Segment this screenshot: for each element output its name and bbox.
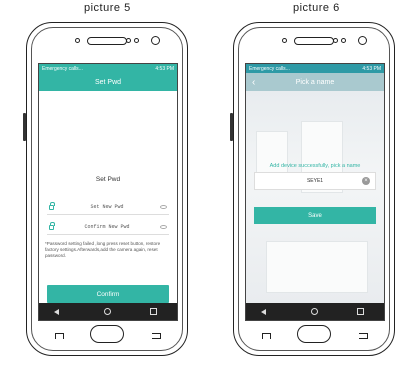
background-photo <box>246 91 384 303</box>
title-bar: Set Pwd <box>39 73 177 91</box>
nav-back-icon[interactable] <box>260 308 272 316</box>
nav-recent-icon[interactable] <box>150 308 158 315</box>
sensor-dot <box>134 38 139 43</box>
eye-icon[interactable] <box>160 205 167 209</box>
save-button[interactable]: Save <box>254 207 376 224</box>
nav-back-icon[interactable] <box>53 308 65 316</box>
nav-home-icon[interactable] <box>103 308 111 315</box>
device-name-input[interactable]: SEYE1 × <box>254 172 376 190</box>
phone-left: Emergency calls... 4:53 PM Set Pwd Set P… <box>23 22 188 356</box>
back-chevron-icon[interactable]: ‹ <box>252 77 255 88</box>
page-title: Pick a name <box>295 78 335 86</box>
hw-menu-icon <box>55 333 64 339</box>
nav-home-icon[interactable] <box>310 308 318 315</box>
form-title: Set Pwd <box>95 176 121 183</box>
page-title: Set Pwd <box>94 78 122 86</box>
status-bar: Emergency calls... 4:53 PM <box>246 64 384 73</box>
hw-back-icon <box>359 333 368 339</box>
lock-icon <box>49 221 55 230</box>
nav-recent-icon[interactable] <box>357 308 365 315</box>
confirm-password-placeholder: Confirm New Pwd <box>84 224 130 230</box>
screen: Emergency calls... 4:53 PM Set Pwd Set P… <box>38 63 178 321</box>
hw-home-button <box>297 325 331 343</box>
status-right: 4:53 PM <box>155 65 174 72</box>
sensor-dot <box>341 38 346 43</box>
earpiece <box>294 37 334 45</box>
sensor-dot <box>126 38 131 43</box>
side-button <box>230 113 233 141</box>
caption-picture-5: picture 5 <box>84 2 131 14</box>
side-button <box>23 113 26 141</box>
lock-icon <box>49 201 55 210</box>
status-bar: Emergency calls... 4:53 PM <box>39 64 177 73</box>
hw-back-icon <box>152 333 161 339</box>
password-note: *Password setting failed ,long press res… <box>45 241 161 258</box>
hw-menu-icon <box>262 333 271 339</box>
proximity-sensor <box>282 38 287 43</box>
front-camera <box>358 36 367 45</box>
hw-home-button <box>90 325 124 343</box>
status-left: Emergency calls... <box>42 65 83 72</box>
status-left: Emergency calls... <box>249 65 290 72</box>
front-camera <box>151 36 160 45</box>
new-password-field[interactable]: Set New Pwd <box>47 200 169 215</box>
nav-bar <box>39 303 177 320</box>
earpiece <box>87 37 127 45</box>
nav-bar <box>246 303 384 320</box>
caption-picture-6: picture 6 <box>293 2 340 14</box>
phone-right: Emergency calls... 4:53 PM ‹ Pick a name… <box>230 22 395 356</box>
status-right: 4:53 PM <box>362 65 381 72</box>
confirm-button[interactable]: Confirm <box>47 285 169 303</box>
new-password-placeholder: Set New Pwd <box>90 204 124 210</box>
eye-icon[interactable] <box>160 225 167 229</box>
confirm-password-field[interactable]: Confirm New Pwd <box>47 220 169 235</box>
clear-icon[interactable]: × <box>362 177 370 185</box>
sensor-dot <box>333 38 338 43</box>
screen: Emergency calls... 4:53 PM ‹ Pick a name… <box>245 63 385 321</box>
title-bar: ‹ Pick a name <box>246 73 384 91</box>
proximity-sensor <box>75 38 80 43</box>
success-message: Add device successfully, pick a name <box>269 163 361 169</box>
device-name-value: SEYE1 <box>306 178 324 184</box>
